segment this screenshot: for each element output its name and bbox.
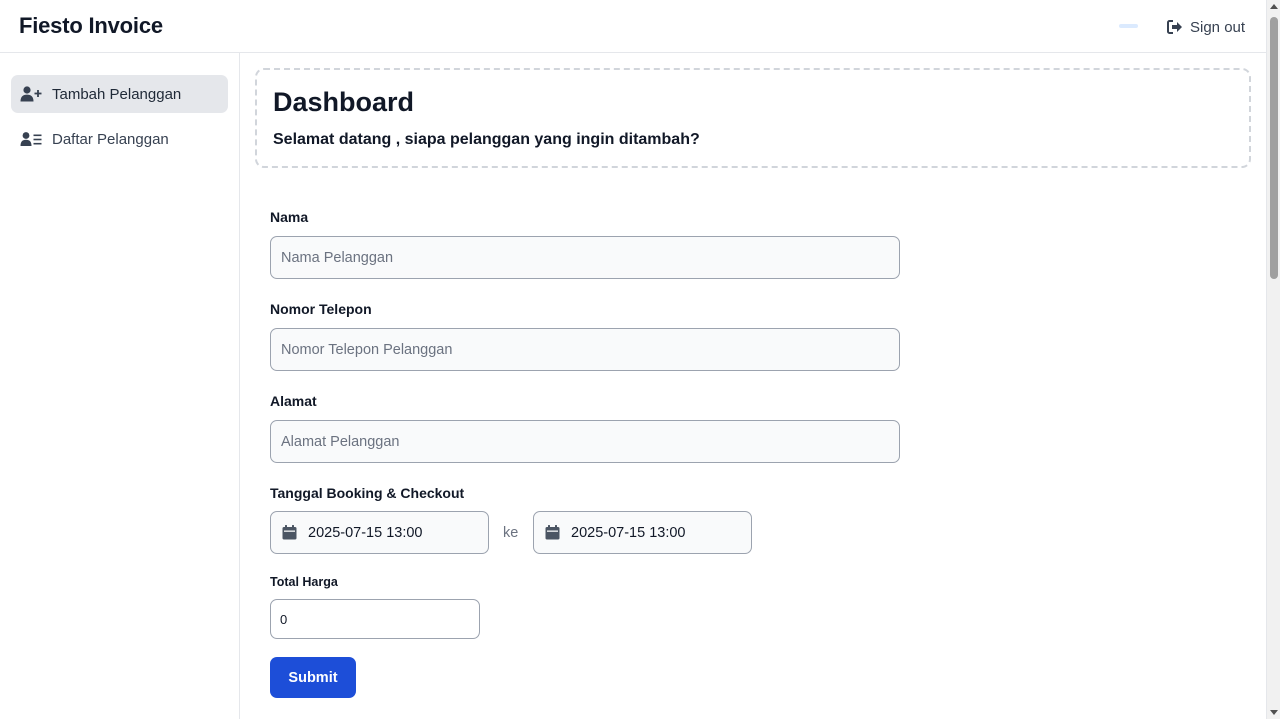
dashboard-card: Dashboard Selamat datang , siapa pelangg… bbox=[255, 68, 1251, 168]
sidebar-item-daftar-pelanggan[interactable]: Daftar Pelanggan bbox=[11, 120, 228, 158]
total-harga-label: Total Harga bbox=[270, 575, 338, 589]
calendar-icon bbox=[282, 525, 297, 540]
page-scrollbar[interactable] bbox=[1266, 0, 1280, 719]
sign-out-label: Sign out bbox=[1190, 18, 1246, 36]
telepon-input[interactable] bbox=[270, 328, 900, 371]
booking-date-input[interactable]: 2025-07-15 13:00 bbox=[270, 511, 489, 554]
submit-button[interactable]: Submit bbox=[270, 657, 356, 698]
sidebar: Tambah Pelanggan Daftar Pelanggan bbox=[0, 53, 240, 719]
total-harga-input[interactable] bbox=[270, 599, 480, 639]
nama-input[interactable] bbox=[270, 236, 900, 279]
page-subtitle: Selamat datang , siapa pelanggan yang in… bbox=[273, 131, 700, 148]
scrollbar-thumb[interactable] bbox=[1270, 17, 1278, 279]
nama-label: Nama bbox=[270, 209, 309, 225]
tanggal-label: Tanggal Booking & Checkout bbox=[270, 485, 465, 501]
sidebar-item-label: Tambah Pelanggan bbox=[52, 85, 182, 103]
top-header: Fiesto Invoice Sign out bbox=[0, 0, 1266, 53]
header-indicator bbox=[1119, 24, 1138, 28]
user-list-icon bbox=[20, 132, 42, 146]
date-separator: ke bbox=[503, 525, 519, 541]
sidebar-item-tambah-pelanggan[interactable]: Tambah Pelanggan bbox=[11, 75, 228, 113]
sidebar-item-label: Daftar Pelanggan bbox=[52, 130, 169, 148]
calendar-icon bbox=[545, 525, 560, 540]
sign-out-button[interactable]: Sign out bbox=[1167, 16, 1245, 38]
app-title: Fiesto Invoice bbox=[19, 13, 163, 38]
user-plus-icon bbox=[20, 86, 42, 102]
alamat-label: Alamat bbox=[270, 393, 317, 409]
checkout-date-value: 2025-07-15 13:00 bbox=[571, 524, 686, 541]
sign-out-icon bbox=[1167, 20, 1182, 34]
alamat-input[interactable] bbox=[270, 420, 900, 463]
scroll-up-arrow-icon[interactable] bbox=[1270, 4, 1278, 9]
telepon-label: Nomor Telepon bbox=[270, 301, 372, 317]
page-title: Dashboard bbox=[273, 87, 415, 117]
scroll-down-arrow-icon[interactable] bbox=[1270, 710, 1278, 715]
booking-date-value: 2025-07-15 13:00 bbox=[308, 524, 423, 541]
app-root: Fiesto Invoice Sign out Tambah Pelanggan bbox=[0, 0, 1280, 719]
checkout-date-input[interactable]: 2025-07-15 13:00 bbox=[533, 511, 752, 554]
